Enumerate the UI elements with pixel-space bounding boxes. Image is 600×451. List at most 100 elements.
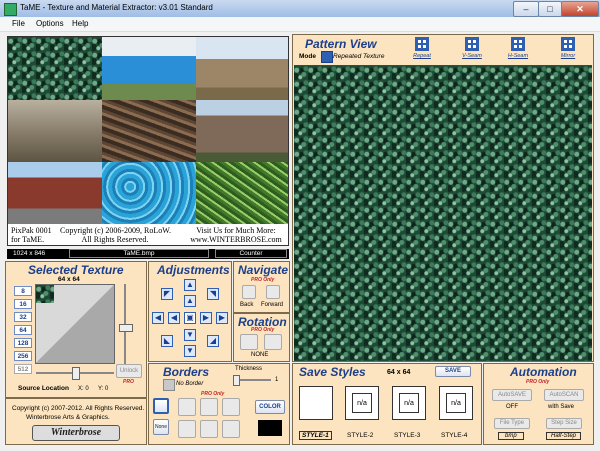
- borders-pro-badge: PRO Only: [201, 391, 225, 397]
- v-seam-button[interactable]: V-Seam: [457, 37, 485, 61]
- automation-pro-badge: PRO Only: [526, 379, 550, 385]
- thumb-pool: [102, 37, 196, 100]
- pattern-view-panel: Pattern View Mode Repeated Texture Repea…: [292, 34, 594, 362]
- border-style-5[interactable]: [200, 420, 218, 438]
- source-x: X: 0: [78, 386, 89, 392]
- arrow-up-left[interactable]: ◤: [161, 288, 173, 300]
- mode-label: Mode: [299, 53, 316, 60]
- style-2-preview[interactable]: n/a: [345, 386, 379, 420]
- thickness-slider-thumb[interactable]: [233, 375, 240, 386]
- arrow-down-inner[interactable]: ▼: [184, 329, 196, 341]
- thumb-brick-building: [8, 162, 102, 224]
- horizontal-slider-thumb[interactable]: [72, 367, 80, 380]
- forward-button[interactable]: [266, 285, 280, 299]
- menu-bar: File Options Help: [0, 17, 600, 32]
- thickness-label: Thickness: [235, 366, 263, 372]
- h-seam-icon: [511, 37, 525, 51]
- center-button[interactable]: ▣: [184, 312, 196, 324]
- border-style-6[interactable]: [222, 420, 240, 438]
- size-64-button[interactable]: 64: [14, 325, 32, 335]
- save-button[interactable]: SAVE: [435, 366, 471, 377]
- winterbrose-logo[interactable]: Winterbrose: [32, 425, 120, 441]
- arrow-right-outer[interactable]: ▶: [216, 312, 228, 324]
- vertical-slider-thumb[interactable]: [119, 324, 133, 332]
- save-styles-panel: Save Styles 64 x 64 SAVE n/a n/a n/a STY…: [292, 363, 482, 445]
- style-1-preview[interactable]: [299, 386, 333, 420]
- maximize-button[interactable]: □: [538, 1, 562, 17]
- size-512-button[interactable]: 512: [14, 364, 32, 374]
- automation-panel: Automation PRO Only AutoSAVE AutoSCAN OF…: [483, 363, 594, 445]
- thumb-ivy: [8, 37, 102, 100]
- rotate-right-button[interactable]: [264, 334, 282, 350]
- arrow-left-outer[interactable]: ◀: [152, 312, 164, 324]
- minimize-button[interactable]: –: [513, 1, 539, 17]
- app-window: TaME - Texture and Material Extractor: v…: [0, 0, 600, 451]
- caption-copyright: Copyright (c) 2006-2009, RoLoW. All Righ…: [60, 226, 172, 244]
- size-8-button[interactable]: 8: [14, 286, 32, 296]
- rotate-left-button[interactable]: [240, 334, 258, 350]
- arrow-down-outer[interactable]: ▼: [184, 345, 196, 357]
- style-3-preview[interactable]: n/a: [392, 386, 426, 420]
- border-color-swatch[interactable]: [258, 420, 282, 436]
- arrow-down-right[interactable]: ◢: [207, 335, 219, 347]
- style-4-label[interactable]: STYLE-4: [441, 432, 467, 439]
- none-button[interactable]: None: [153, 419, 169, 435]
- menu-options[interactable]: Options: [36, 19, 64, 28]
- mirror-button[interactable]: Mirror: [553, 37, 581, 61]
- mode-value: Repeated Texture: [333, 53, 385, 60]
- step-size-value: Half-Step: [546, 432, 582, 440]
- arrow-left-inner[interactable]: ◀: [168, 312, 180, 324]
- menu-help[interactable]: Help: [72, 19, 88, 28]
- file-type-button[interactable]: File Type: [494, 418, 530, 429]
- size-128-button[interactable]: 128: [14, 338, 32, 348]
- border-style-4[interactable]: [178, 420, 196, 438]
- mirror-label: Mirror: [560, 53, 576, 59]
- border-style-2[interactable]: [200, 398, 218, 416]
- h-seam-button[interactable]: H-Seam: [503, 37, 531, 61]
- size-32-button[interactable]: 32: [14, 312, 32, 322]
- repeat-button[interactable]: Repeat: [407, 37, 435, 61]
- unlock-pro-badge: PRO: [123, 379, 134, 385]
- autosave-button[interactable]: AutoSAVE: [492, 389, 532, 401]
- no-border-label: No Border: [176, 381, 204, 387]
- adjustments-panel: Adjustments ▲ ▲ ◤ ◥ ◀ ◀ ▣ ▶ ▶ ◣ ◢ ▼ ▼: [148, 261, 232, 362]
- menu-file[interactable]: File: [12, 19, 25, 28]
- source-location-label: Source Location: [18, 385, 69, 392]
- style-1-label[interactable]: STYLE-1: [299, 431, 332, 440]
- navigate-panel: Navigate PRO Only Back Forward: [233, 261, 290, 313]
- back-button[interactable]: [242, 285, 256, 299]
- caption-website: Visit Us for Much More: www.WINTERBROSE.…: [190, 226, 282, 244]
- pattern-canvas[interactable]: [294, 65, 592, 361]
- arrow-right-inner[interactable]: ▶: [200, 312, 212, 324]
- close-button[interactable]: ✕: [561, 1, 599, 17]
- v-seam-label: V-Seam: [462, 53, 482, 59]
- size-16-button[interactable]: 16: [14, 299, 32, 309]
- repeat-label: Repeat: [413, 53, 431, 59]
- arrow-up-inner[interactable]: ▲: [184, 295, 196, 307]
- step-size-button[interactable]: Step Size: [546, 418, 582, 429]
- copyright-panel: Copyright (c) 2007-2012. All Rights Rese…: [5, 398, 147, 445]
- unlock-button[interactable]: Unlock: [116, 364, 142, 378]
- color-button[interactable]: COLOR: [255, 400, 285, 414]
- texture-preview-swatch: [36, 285, 54, 303]
- rotation-pro-badge: PRO Only: [251, 327, 275, 333]
- app-icon: [4, 3, 17, 16]
- thumb-woodpile: [102, 100, 196, 162]
- borders-title: Borders: [163, 365, 210, 379]
- image-dimensions: 1024 x 846: [13, 250, 46, 257]
- source-image[interactable]: PixPak 0001 for TaME. Copyright (c) 2006…: [7, 36, 289, 246]
- border-style-3[interactable]: [222, 398, 240, 416]
- arrow-down-left[interactable]: ◣: [161, 335, 173, 347]
- style-4-preview[interactable]: n/a: [439, 386, 473, 420]
- style-2-label[interactable]: STYLE-2: [347, 432, 373, 439]
- save-size: 64 x 64: [387, 369, 411, 376]
- border-style-1[interactable]: [178, 398, 196, 416]
- style-3-label[interactable]: STYLE-3: [394, 432, 420, 439]
- adjustments-title: Adjustments: [157, 263, 230, 277]
- arrow-up-right[interactable]: ◥: [207, 288, 219, 300]
- border-style-none-box[interactable]: [153, 398, 169, 414]
- autoscan-button[interactable]: AutoSCAN: [544, 389, 584, 401]
- selected-texture-title: Selected Texture: [28, 263, 124, 277]
- size-256-button[interactable]: 256: [14, 351, 32, 361]
- arrow-up-outer[interactable]: ▲: [184, 279, 196, 291]
